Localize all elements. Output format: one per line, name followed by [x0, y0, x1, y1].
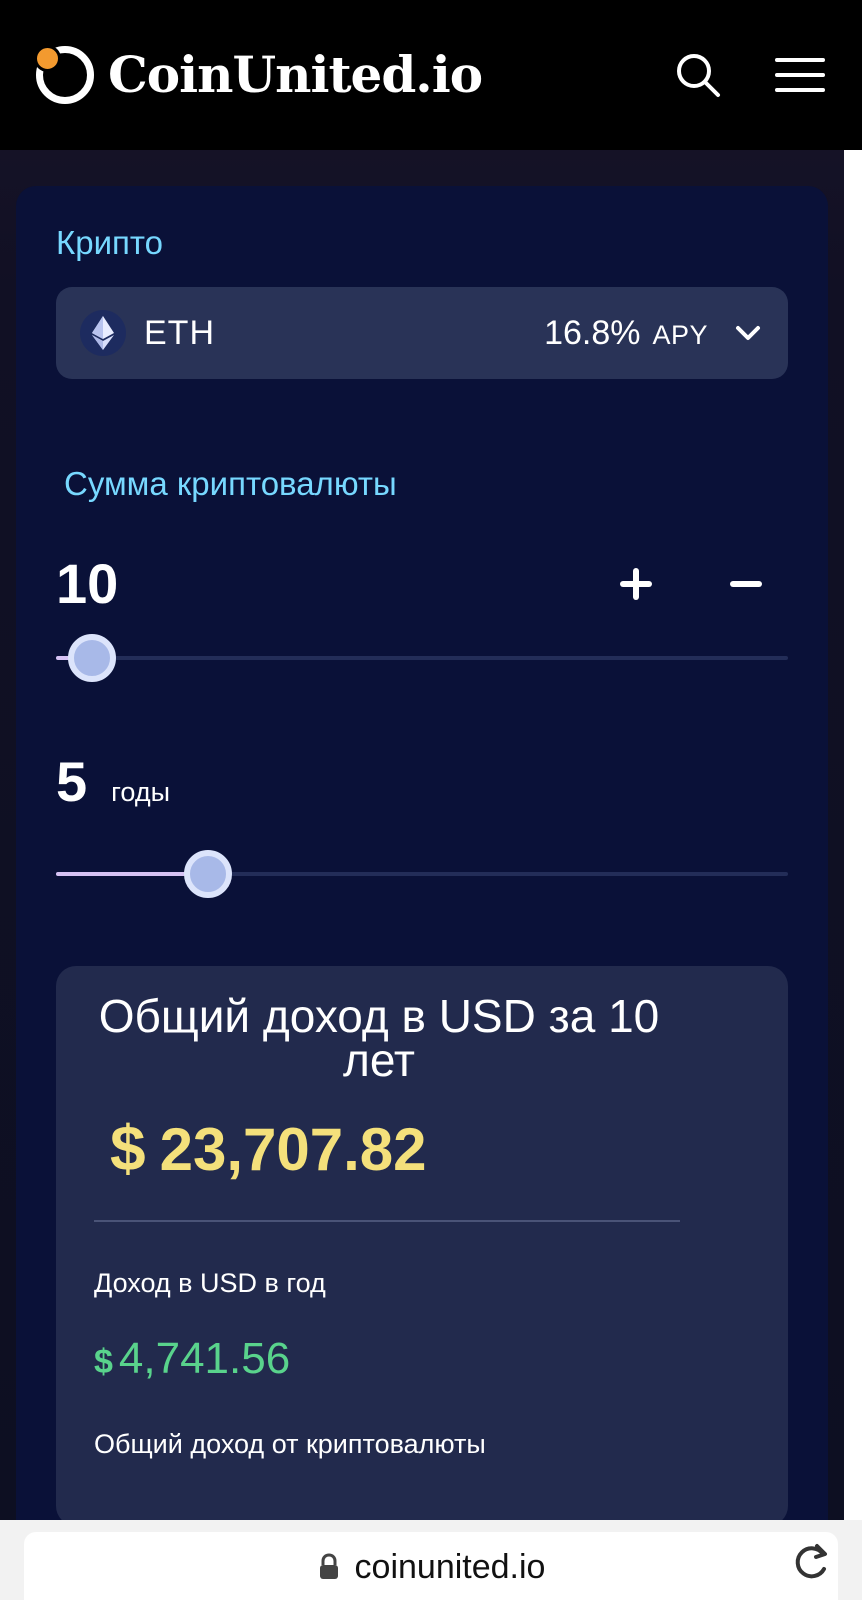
- crypto-amount-label: Сумма криптовалюты: [64, 465, 397, 502]
- brand-name[interactable]: CoinUnited.io: [108, 50, 483, 100]
- address-field[interactable]: coinunited.io: [24, 1532, 838, 1600]
- amount-slider-track[interactable]: [56, 656, 788, 660]
- crypto-amount-value[interactable]: 10: [56, 556, 118, 612]
- apy-value: 16.8%: [544, 313, 641, 352]
- menu-icon: [775, 58, 825, 92]
- years-value[interactable]: 5: [56, 754, 87, 810]
- results-divider: [94, 1220, 680, 1222]
- mobile-browser-page: CoinUnited.io Крипто ETH 16.8% APY Сумма…: [0, 0, 862, 1600]
- search-button[interactable]: [672, 49, 724, 101]
- crypto-select[interactable]: ETH 16.8% APY: [56, 287, 788, 379]
- income-results-panel: Общий доход в USD за 10 лет $ 23,707.82 …: [56, 966, 788, 1526]
- decrease-amount-button[interactable]: [716, 554, 776, 614]
- logo-dot: [34, 45, 61, 72]
- crypto-amount-slider[interactable]: [56, 632, 788, 684]
- refresh-button[interactable]: [788, 1538, 834, 1584]
- crypto-amount-row: 10: [56, 552, 788, 616]
- annual-income-amount: $ 4,741.56: [94, 1337, 750, 1381]
- minus-icon: [730, 581, 762, 587]
- crypto-income-label: Общий доход от криптовалюты: [94, 1429, 486, 1459]
- increase-amount-button[interactable]: [606, 554, 666, 614]
- header-actions: [672, 49, 826, 101]
- apy-label: APY: [652, 319, 708, 350]
- plus-icon: [620, 568, 652, 600]
- annual-currency-symbol: $: [94, 1343, 113, 1381]
- staking-calculator-card: Крипто ETH 16.8% APY Сумма криптовалюты …: [16, 186, 828, 1600]
- amount-slider-handle[interactable]: [68, 634, 116, 682]
- total-income-value: 23,707.82: [159, 1116, 427, 1183]
- amount-stepper: [606, 554, 788, 614]
- crypto-label: Крипто: [56, 224, 163, 261]
- coinunited-logo-icon[interactable]: [34, 45, 94, 104]
- years-slider[interactable]: [56, 848, 788, 900]
- page-edge: [844, 150, 862, 1520]
- site-header: CoinUnited.io: [0, 0, 862, 150]
- years-unit: годы: [111, 777, 170, 807]
- apy-display: 16.8% APY: [544, 314, 708, 353]
- selected-crypto: ETH: [144, 313, 215, 352]
- search-icon: [677, 54, 720, 97]
- menu-button[interactable]: [774, 49, 826, 101]
- annual-income-value: 4,741.56: [118, 1334, 291, 1383]
- page-url[interactable]: coinunited.io: [355, 1550, 546, 1584]
- ethereum-icon: [80, 310, 126, 356]
- total-income-amount: $ 23,707.82: [94, 1116, 750, 1180]
- annual-income-label: Доход в USD в год: [94, 1268, 326, 1298]
- browser-address-bar: coinunited.io: [0, 1520, 862, 1600]
- lock-icon: [319, 1553, 338, 1579]
- years-slider-handle[interactable]: [184, 850, 232, 898]
- refresh-icon: [795, 1544, 827, 1579]
- total-currency-symbol: $: [110, 1112, 146, 1184]
- chevron-down-icon[interactable]: [732, 317, 764, 349]
- total-income-title: Общий доход в USD за 10 лет: [98, 990, 660, 1086]
- years-row: 5 годы: [56, 746, 788, 810]
